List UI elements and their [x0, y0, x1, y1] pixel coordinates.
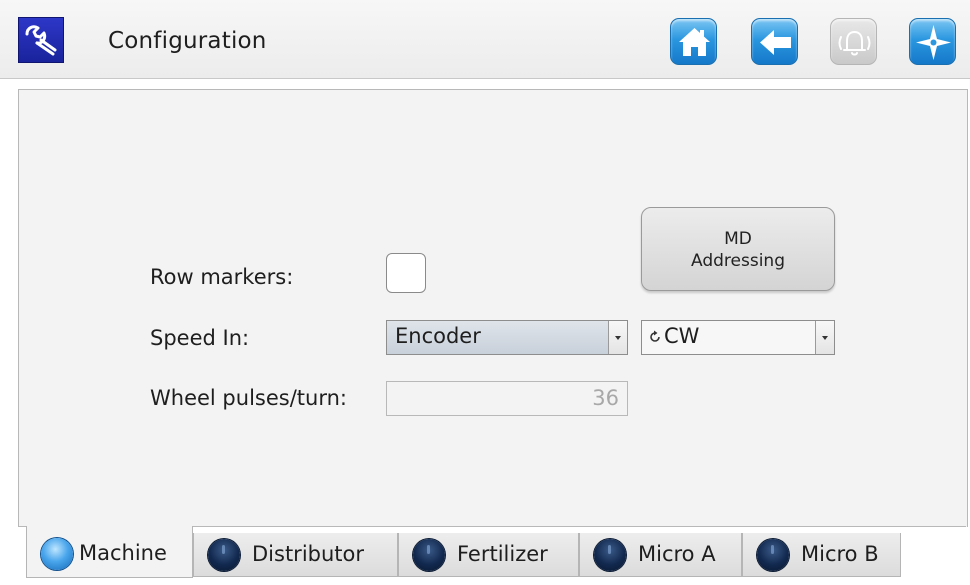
tab-distributor[interactable]: Distributor [193, 533, 398, 577]
chevron-down-icon [815, 321, 834, 354]
row-markers-checkbox[interactable] [386, 253, 426, 293]
md-addressing-label-line1: MD [724, 229, 752, 249]
md-addressing-label-line2: Addressing [691, 251, 785, 271]
home-button[interactable] [670, 18, 717, 65]
page-title: Configuration [108, 28, 267, 54]
content-panel [18, 89, 968, 527]
tab-fertilizer-label: Fertilizer [457, 542, 548, 566]
tab-micro-a[interactable]: Micro A [579, 533, 742, 577]
wheel-pulses-label: Wheel pulses/turn: [150, 386, 347, 410]
status-led-icon [757, 539, 789, 571]
tab-bar: Machine Distributor Fertilizer Micro A M… [18, 526, 966, 585]
tab-micro-a-label: Micro A [638, 542, 716, 566]
tab-machine[interactable]: Machine [26, 526, 193, 578]
back-arrow-icon [760, 30, 791, 55]
speed-in-label: Speed In: [150, 326, 250, 350]
status-led-icon [413, 539, 445, 571]
tab-machine-label: Machine [79, 541, 167, 565]
wheel-pulses-input[interactable]: 36 [386, 381, 628, 416]
direction-value: CW [664, 324, 700, 348]
speed-in-value: Encoder [395, 324, 481, 348]
status-led-icon [208, 539, 240, 571]
direction-select[interactable]: CW [641, 320, 835, 355]
chevron-down-icon [608, 321, 627, 354]
row-markers-label: Row markers: [150, 265, 294, 289]
back-button[interactable] [751, 18, 798, 65]
alarm-bell-icon [838, 30, 871, 56]
status-led-icon [41, 538, 73, 570]
tab-fertilizer[interactable]: Fertilizer [398, 533, 579, 577]
home-icon [679, 28, 710, 56]
wrench-icon [18, 17, 64, 63]
rotate-clockwise-icon [650, 330, 660, 342]
tab-micro-b-label: Micro B [801, 542, 879, 566]
alarm-button[interactable] [830, 18, 877, 65]
tab-micro-b[interactable]: Micro B [742, 533, 901, 577]
direction-value-wrap: CW [648, 324, 699, 348]
title-bar: Configuration [0, 0, 970, 79]
md-addressing-button[interactable]: MD Addressing [641, 207, 835, 291]
speed-in-select[interactable]: Encoder [386, 320, 628, 355]
status-led-icon [594, 539, 626, 571]
tab-distributor-label: Distributor [252, 542, 365, 566]
compass-icon [916, 25, 951, 60]
compass-button[interactable] [909, 18, 956, 65]
